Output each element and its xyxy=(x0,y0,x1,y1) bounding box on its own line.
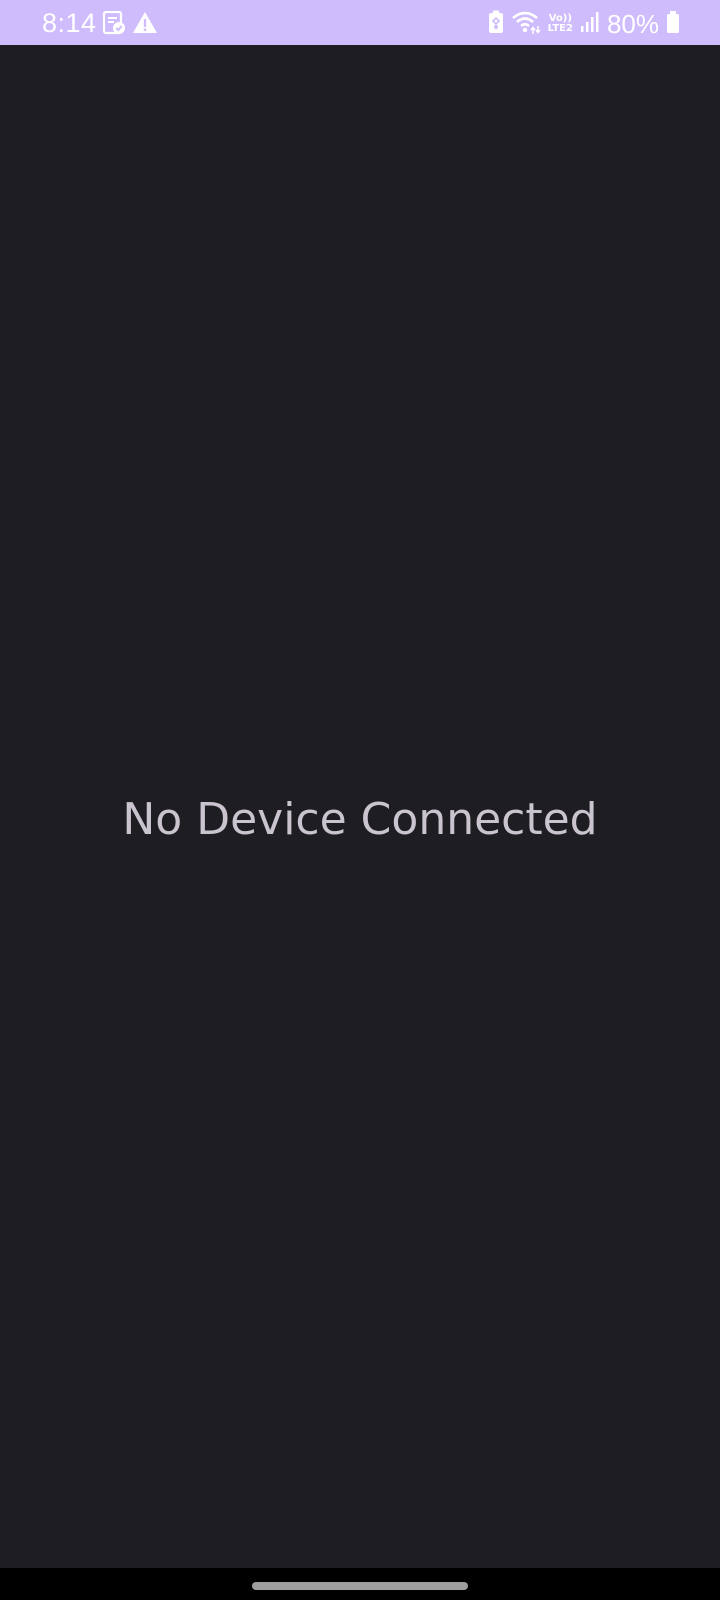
wifi-icon xyxy=(511,9,541,40)
note-check-icon xyxy=(102,10,126,40)
status-right-icons: Vo)) LTE2 80% xyxy=(488,8,680,40)
volte-bottom-label: LTE2 xyxy=(547,23,573,34)
battery-saver-icon xyxy=(488,10,504,39)
status-bar: 8:14 Vo)) LTE2 80% xyxy=(0,0,720,45)
home-gesture-handle[interactable] xyxy=(252,1582,468,1590)
warning-icon xyxy=(132,11,158,40)
battery-icon xyxy=(666,10,680,39)
status-time: 8:14 xyxy=(42,8,97,38)
app-screen: 8:14 Vo)) LTE2 80% No Device Connected xyxy=(0,0,720,1600)
main-content: No Device Connected xyxy=(0,45,720,1568)
status-left-icons xyxy=(102,10,158,40)
no-device-message: No Device Connected xyxy=(122,794,598,845)
signal-icon xyxy=(580,11,600,38)
volte-icon: Vo)) LTE2 xyxy=(548,14,573,34)
battery-percent: 80% xyxy=(606,9,659,39)
navigation-bar xyxy=(0,1568,720,1600)
